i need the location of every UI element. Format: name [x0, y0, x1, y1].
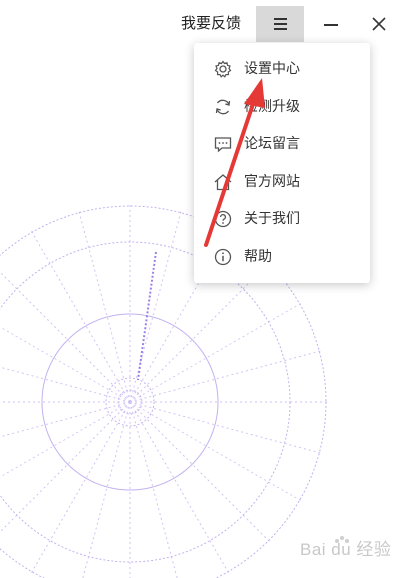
- menu-item-forum[interactable]: 论坛留言: [194, 126, 370, 164]
- radar-spoke: [82, 401, 131, 578]
- radar-ring: [105, 377, 155, 427]
- menu-item-label: 关于我们: [244, 211, 300, 227]
- info-icon: [214, 248, 232, 265]
- radar-spoke: [129, 401, 304, 503]
- radar-spoke: [0, 366, 131, 403]
- menu-item-label: 官方网站: [244, 173, 300, 190]
- home-icon: [214, 173, 232, 190]
- radar-ring: [41, 313, 219, 491]
- radar-spoke: [129, 301, 304, 403]
- radar-spoke: [0, 401, 131, 478]
- help-circle-icon: [214, 210, 232, 228]
- radar-spoke: [29, 401, 131, 576]
- title-bar: 我要反馈: [0, 0, 405, 46]
- radar-ring: [0, 241, 291, 563]
- radar-spoke: [0, 401, 131, 438]
- minimize-button[interactable]: [313, 6, 349, 42]
- minimize-icon: [324, 24, 338, 26]
- radar-spoke: [129, 349, 324, 403]
- menu-item-settings[interactable]: 设置中心: [194, 51, 370, 89]
- menu-item-website[interactable]: 官方网站: [194, 164, 370, 202]
- radar-spoke: [77, 208, 131, 403]
- gear-icon: [214, 60, 232, 78]
- main-menu-dropdown: 设置中心 检测升级 论坛留言 官方网站 关于我们 帮助: [194, 43, 370, 283]
- watermark-text: Bai du 经验: [300, 540, 392, 559]
- menu-item-label: 检测升级: [244, 98, 300, 115]
- menu-item-label: 设置中心: [244, 61, 300, 77]
- menu-item-label: 论坛留言: [244, 136, 300, 152]
- menu-item-help[interactable]: 帮助: [194, 239, 370, 277]
- radar-spoke: [129, 401, 324, 455]
- menu-item-about[interactable]: 关于我们: [194, 201, 370, 239]
- close-button[interactable]: [361, 6, 397, 42]
- radar-ring: [117, 389, 143, 415]
- feedback-link[interactable]: 我要反馈: [181, 12, 241, 34]
- refresh-icon: [215, 99, 231, 114]
- radar-spoke: [0, 326, 131, 403]
- radar-beam: [137, 251, 157, 381]
- close-icon: [372, 17, 386, 31]
- comment-icon: [214, 137, 232, 153]
- menu-item-check-update[interactable]: 检测升级: [194, 89, 370, 127]
- radar-spoke: [129, 401, 231, 576]
- radar-spoke: [0, 401, 131, 533]
- radar-spoke: [29, 228, 131, 403]
- radar-spoke: [129, 208, 183, 403]
- radar-spoke: [0, 271, 131, 403]
- menu-item-label: 帮助: [244, 248, 272, 265]
- radar-spoke: [129, 401, 272, 544]
- radar-spoke: [129, 401, 178, 578]
- main-menu-button[interactable]: [256, 6, 304, 42]
